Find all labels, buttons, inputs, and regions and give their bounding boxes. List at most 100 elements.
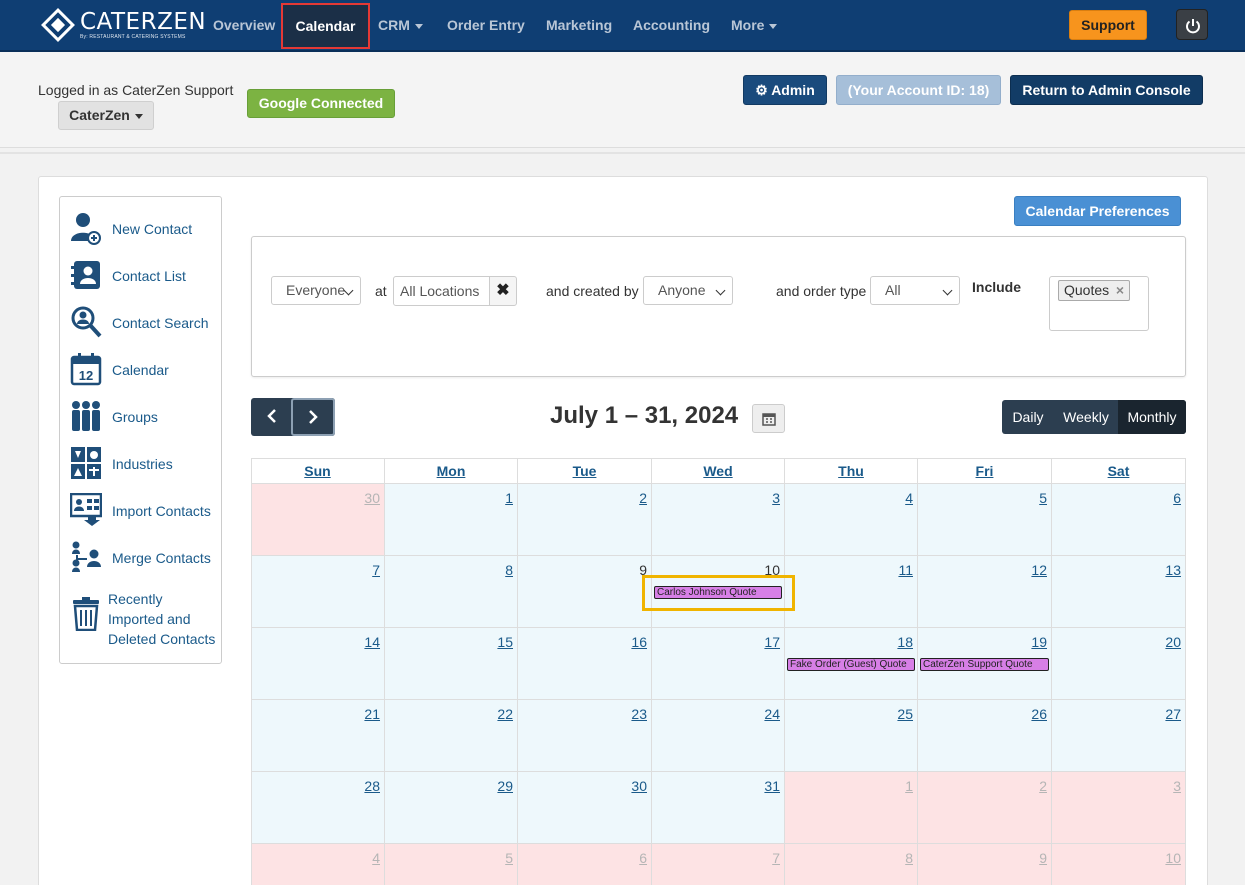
weekday-header-tue[interactable]: Tue — [518, 459, 652, 483]
order-type-select[interactable]: All — [870, 276, 960, 305]
calendar-day-cell[interactable]: 9 — [518, 556, 652, 628]
day-number[interactable]: 1 — [905, 778, 913, 794]
calendar-day-cell[interactable]: 30 — [251, 484, 385, 556]
sidebar-item-new-contact[interactable]: New Contact — [60, 209, 221, 249]
calendar-day-cell[interactable]: 11 — [785, 556, 918, 628]
day-number[interactable]: 27 — [1165, 706, 1181, 722]
calendar-day-cell[interactable]: 22 — [385, 700, 518, 772]
nav-overview[interactable]: Overview — [213, 0, 275, 50]
calendar-day-cell[interactable]: 2 — [518, 484, 652, 556]
calendar-day-cell[interactable]: 4 — [785, 484, 918, 556]
calendar-day-cell[interactable]: 6 — [1052, 484, 1186, 556]
day-number[interactable]: 3 — [772, 490, 780, 506]
day-number[interactable]: 30 — [364, 490, 380, 506]
location-input[interactable]: All Locations — [393, 276, 490, 306]
sidebar-item-contact-list[interactable]: Contact List — [60, 256, 221, 296]
sidebar-item-groups[interactable]: Groups — [60, 397, 221, 437]
day-number[interactable]: 14 — [364, 634, 380, 650]
day-number[interactable]: 8 — [905, 850, 913, 866]
calendar-day-cell[interactable]: 15 — [385, 628, 518, 700]
day-number[interactable]: 5 — [1039, 490, 1047, 506]
caterzen-logo[interactable]: CATERZEN By: RESTAURANT & CATERING SYSTE… — [41, 8, 206, 42]
calendar-day-cell[interactable]: 8 — [385, 556, 518, 628]
calendar-day-cell[interactable]: 6 — [518, 844, 652, 885]
calendar-day-cell[interactable]: 24 — [652, 700, 785, 772]
calendar-day-cell[interactable]: 9 — [918, 844, 1052, 885]
day-number[interactable]: 13 — [1165, 562, 1181, 578]
day-number[interactable]: 31 — [764, 778, 780, 794]
day-number[interactable]: 19 — [1031, 634, 1047, 650]
day-number[interactable]: 17 — [764, 634, 780, 650]
calendar-event[interactable]: Fake Order (Guest) Quote — [787, 658, 915, 671]
day-number[interactable]: 28 — [364, 778, 380, 794]
remove-tag-icon[interactable]: × — [1116, 281, 1124, 300]
day-number[interactable]: 7 — [372, 562, 380, 578]
logout-button[interactable] — [1176, 9, 1208, 40]
day-number[interactable]: 30 — [631, 778, 647, 794]
day-number[interactable]: 20 — [1165, 634, 1181, 650]
day-number[interactable]: 25 — [897, 706, 913, 722]
google-connected-button[interactable]: Google Connected — [247, 89, 395, 118]
calendar-day-cell[interactable]: 27 — [1052, 700, 1186, 772]
day-number[interactable]: 26 — [1031, 706, 1047, 722]
day-number[interactable]: 1 — [505, 490, 513, 506]
calendar-day-cell[interactable]: 26 — [918, 700, 1052, 772]
weekday-header-fri[interactable]: Fri — [918, 459, 1052, 483]
weekday-header-mon[interactable]: Mon — [385, 459, 518, 483]
day-number[interactable]: 11 — [898, 562, 913, 578]
day-number[interactable]: 23 — [631, 706, 647, 722]
sidebar-item-recently-imported-deleted[interactable]: Recently Imported and Deleted Contacts — [60, 589, 221, 651]
calendar-day-cell[interactable]: 2 — [918, 772, 1052, 844]
admin-button[interactable]: ⚙ Admin — [743, 75, 827, 105]
clear-location-button[interactable]: ✖ — [489, 276, 517, 306]
calendar-day-cell[interactable]: 25 — [785, 700, 918, 772]
calendar-day-cell[interactable]: 21 — [251, 700, 385, 772]
view-monthly-button[interactable]: Monthly — [1118, 400, 1186, 434]
created-by-select[interactable]: Anyone — [643, 276, 733, 305]
nav-marketing[interactable]: Marketing — [546, 0, 612, 50]
calendar-day-cell[interactable]: 8 — [785, 844, 918, 885]
calendar-day-cell[interactable]: 5 — [918, 484, 1052, 556]
calendar-day-cell[interactable]: 31 — [652, 772, 785, 844]
calendar-day-cell[interactable]: 7 — [652, 844, 785, 885]
return-admin-console-button[interactable]: Return to Admin Console — [1010, 75, 1203, 105]
day-number[interactable]: 29 — [497, 778, 513, 794]
calendar-day-cell[interactable]: 1 — [785, 772, 918, 844]
day-number[interactable]: 24 — [764, 706, 780, 722]
include-tag-quotes[interactable]: Quotes × — [1058, 280, 1130, 301]
weekday-header-sat[interactable]: Sat — [1052, 459, 1186, 483]
calendar-day-cell[interactable]: 17 — [652, 628, 785, 700]
day-number[interactable]: 15 — [497, 634, 513, 650]
next-month-button[interactable] — [291, 398, 335, 436]
day-number[interactable]: 4 — [905, 490, 913, 506]
view-weekly-button[interactable]: Weekly — [1054, 400, 1118, 434]
nav-accounting[interactable]: Accounting — [633, 0, 710, 50]
prev-month-button[interactable] — [251, 398, 292, 434]
weekday-header-wed[interactable]: Wed — [652, 459, 785, 483]
day-number[interactable]: 18 — [897, 634, 913, 650]
day-number[interactable]: 16 — [631, 634, 647, 650]
day-number[interactable]: 6 — [639, 850, 647, 866]
day-number[interactable]: 7 — [772, 850, 780, 866]
who-select[interactable]: Everyone — [271, 276, 361, 305]
support-button[interactable]: Support — [1069, 10, 1147, 40]
calendar-event[interactable]: CaterZen Support Quote — [920, 658, 1049, 671]
account-id-button[interactable]: (Your Account ID: 18) — [836, 75, 1001, 105]
sidebar-item-merge-contacts[interactable]: Merge Contacts — [60, 538, 221, 578]
calendar-day-cell[interactable]: 28 — [251, 772, 385, 844]
day-number[interactable]: 10 — [1165, 850, 1181, 866]
day-number[interactable]: 5 — [505, 850, 513, 866]
day-number[interactable]: 6 — [1173, 490, 1181, 506]
view-daily-button[interactable]: Daily — [1002, 400, 1054, 434]
nav-calendar[interactable]: Calendar — [281, 3, 370, 49]
calendar-day-cell[interactable]: 7 — [251, 556, 385, 628]
sidebar-item-contact-search[interactable]: Contact Search — [60, 303, 221, 343]
calendar-day-cell[interactable]: 30 — [518, 772, 652, 844]
nav-order-entry[interactable]: Order Entry — [447, 0, 525, 50]
nav-more[interactable]: More — [731, 0, 778, 50]
sidebar-item-industries[interactable]: Industries — [60, 444, 221, 484]
calendar-day-cell[interactable]: 5 — [385, 844, 518, 885]
calendar-day-cell[interactable]: 13 — [1052, 556, 1186, 628]
day-number[interactable]: 2 — [1039, 778, 1047, 794]
calendar-day-cell[interactable]: 14 — [251, 628, 385, 700]
